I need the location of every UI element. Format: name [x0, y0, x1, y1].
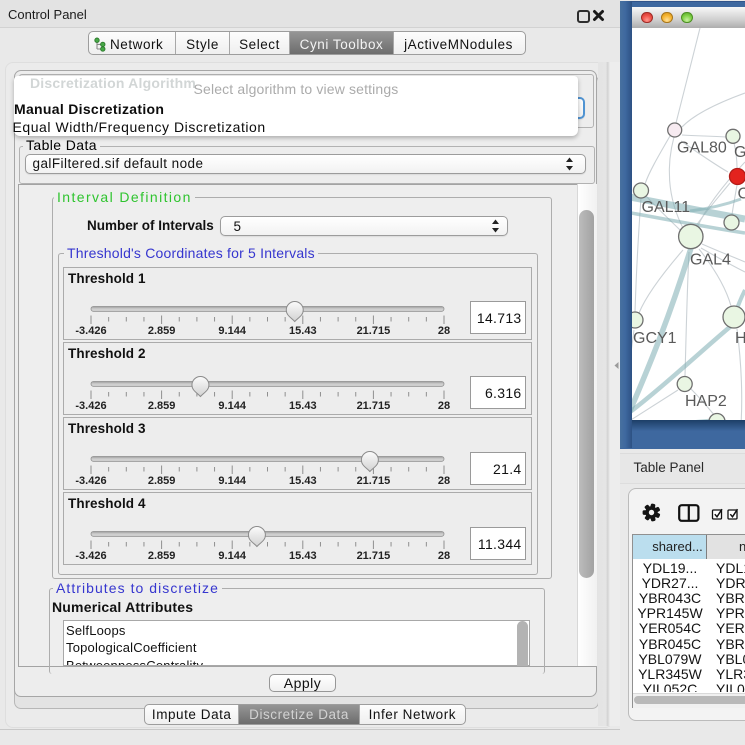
svg-text:GAL4: GAL4 — [690, 252, 731, 269]
svg-text:C: C — [738, 186, 745, 203]
svg-text:15.43: 15.43 — [289, 550, 317, 562]
svg-text:-3.426: -3.426 — [75, 325, 106, 337]
svg-text:28: 28 — [438, 475, 450, 487]
svg-text:2.859: 2.859 — [148, 475, 176, 487]
svg-text:28: 28 — [438, 400, 450, 412]
svg-text:9.144: 9.144 — [218, 325, 246, 337]
svg-text:2.859: 2.859 — [148, 400, 176, 412]
svg-text:15.43: 15.43 — [289, 475, 317, 487]
svg-text:-3.426: -3.426 — [75, 550, 106, 562]
svg-text:H: H — [735, 330, 745, 347]
svg-text:15.43: 15.43 — [289, 325, 317, 337]
svg-text:21.715: 21.715 — [357, 550, 391, 562]
svg-text:GA: GA — [734, 144, 745, 161]
svg-text:9.144: 9.144 — [218, 550, 246, 562]
svg-text:28: 28 — [438, 550, 450, 562]
svg-text:21.715: 21.715 — [357, 400, 391, 412]
svg-text:GAL80: GAL80 — [677, 140, 727, 157]
svg-text:9.144: 9.144 — [218, 400, 246, 412]
svg-text:28: 28 — [438, 325, 450, 337]
svg-text:21.715: 21.715 — [357, 325, 391, 337]
svg-text:15.43: 15.43 — [289, 400, 317, 412]
svg-text:GCY1: GCY1 — [633, 330, 677, 347]
svg-text:-3.426: -3.426 — [75, 475, 106, 487]
svg-text:21.715: 21.715 — [357, 475, 391, 487]
svg-text:2.859: 2.859 — [148, 325, 176, 337]
svg-text:HAP2: HAP2 — [685, 393, 727, 410]
svg-text:9.144: 9.144 — [218, 475, 246, 487]
svg-text:GAL11: GAL11 — [642, 199, 691, 216]
svg-text:-3.426: -3.426 — [75, 400, 106, 412]
svg-text:2.859: 2.859 — [148, 550, 176, 562]
